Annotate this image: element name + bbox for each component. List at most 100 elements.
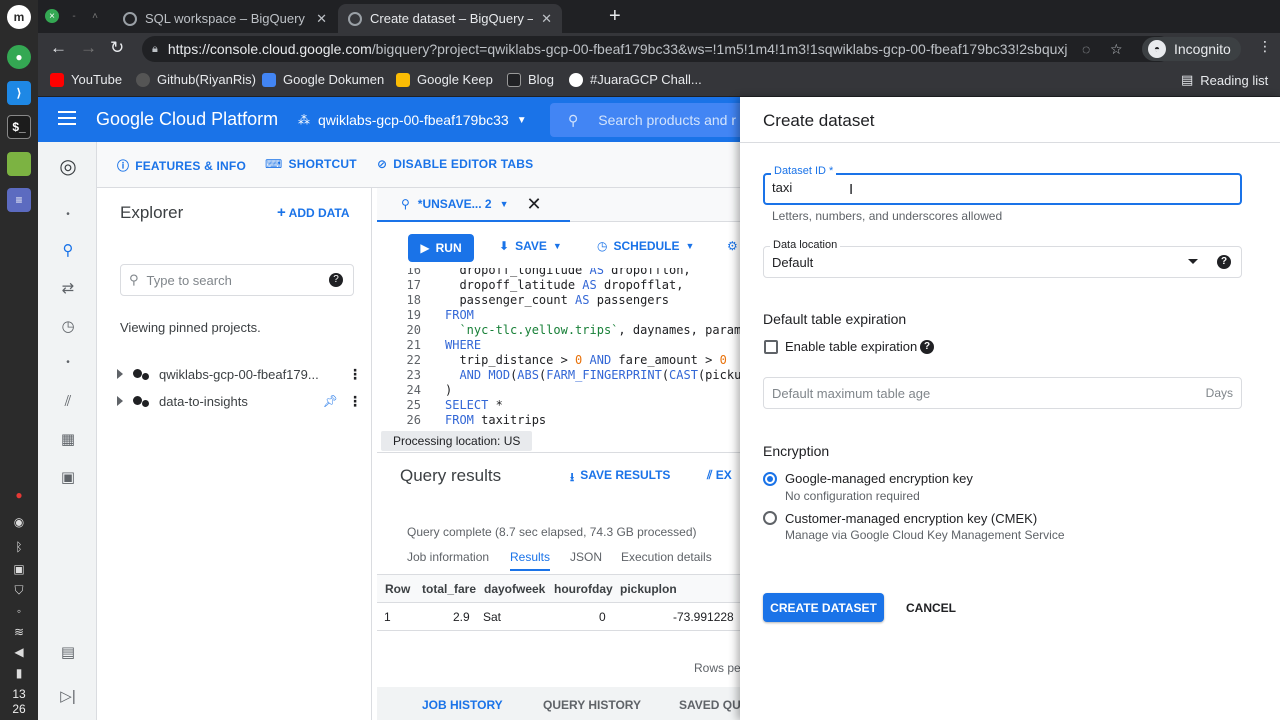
terminal-launcher-icon[interactable]: $_: [7, 115, 31, 139]
scheduled-queries-icon[interactable]: ◷: [58, 317, 78, 337]
settings-gear-icon[interactable]: ⚙: [727, 239, 738, 253]
bookmark-juaragcp[interactable]: #JuaraGCP Chall...: [569, 72, 702, 87]
tab-query-history[interactable]: QUERY HISTORY: [543, 698, 641, 712]
expand-caret-icon[interactable]: [117, 396, 123, 406]
run-button[interactable]: ▶ RUN: [408, 234, 474, 262]
dataset-id-field[interactable]: Dataset ID * I: [763, 165, 1242, 205]
incognito-indicator[interactable]: ◓ Incognito: [1142, 37, 1241, 61]
bookmark-blog[interactable]: Blog: [507, 72, 554, 87]
tracking-eye-icon[interactable]: ◌: [1082, 41, 1090, 57]
cmek-label[interactable]: Customer-managed encryption key (CMEK): [785, 511, 1037, 526]
schedule-label: SCHEDULE: [613, 239, 680, 253]
tab-saved-queries[interactable]: SAVED QUE: [679, 698, 749, 712]
tree-item-data-to-insights[interactable]: data-to-insights 📌︎ ⋮: [117, 391, 362, 411]
clock-minute: 26: [12, 702, 26, 716]
clipboard-icon[interactable]: ▣: [9, 562, 29, 580]
window-close-icon[interactable]: ×: [45, 9, 59, 23]
expand-rail-icon[interactable]: ▷|: [58, 687, 78, 707]
dashboard-icon[interactable]: ▦: [58, 430, 78, 450]
more-vert-icon[interactable]: ⋮: [348, 393, 362, 410]
address-bar[interactable]: 🔒︎ https://console.cloud.google.com/bigq…: [142, 36, 1172, 62]
play-icon: ▶: [420, 241, 430, 255]
bigquery-logo-icon[interactable]: ◎: [58, 154, 78, 178]
back-icon[interactable]: ←: [50, 38, 67, 58]
tab-json[interactable]: JSON: [570, 550, 602, 564]
analytics-icon[interactable]: ⫽: [58, 393, 78, 413]
gcp-search-input[interactable]: ⚲ Search products and r: [550, 103, 750, 137]
enable-expiration-label[interactable]: Enable table expiration: [785, 339, 917, 354]
vscode-launcher-icon[interactable]: ⟩: [7, 81, 31, 105]
reservations-icon[interactable]: ▣: [58, 468, 78, 488]
clock[interactable]: 13 26: [0, 687, 38, 717]
cancel-button[interactable]: CANCEL: [906, 601, 956, 615]
query-icon: ⚲: [401, 197, 410, 211]
forward-icon[interactable]: →: [80, 38, 97, 58]
reading-list[interactable]: ▤ Reading list: [1181, 72, 1268, 88]
reload-icon[interactable]: ↻: [110, 38, 124, 58]
tab-close-icon[interactable]: ✕: [316, 11, 327, 27]
new-tab-icon[interactable]: +: [609, 5, 621, 28]
sql-editor[interactable]: 16 dropoff_longitude AS dropofflon, 17 d…: [377, 268, 740, 430]
bookmark-youtube[interactable]: YouTube: [50, 72, 122, 87]
bluetooth-icon[interactable]: ᛒ: [9, 540, 29, 558]
create-dataset-button[interactable]: CREATE DATASET: [763, 593, 884, 622]
bookmark-star-icon[interactable]: ☆: [1110, 41, 1123, 58]
mint-menu-icon[interactable]: m: [7, 5, 31, 29]
schedule-button[interactable]: ◷ SCHEDULE ▼: [597, 239, 694, 253]
tree-item-project[interactable]: qwiklabs-gcp-00-fbeaf179... ⋮: [117, 364, 362, 384]
google-managed-key-radio[interactable]: [763, 472, 777, 486]
chrome-launcher-icon[interactable]: ●: [7, 45, 31, 69]
tab-close-icon[interactable]: ✕: [541, 11, 552, 27]
browser-tab-create-dataset[interactable]: Create dataset – BigQuery – c ✕: [338, 4, 562, 33]
text-editor-launcher-icon[interactable]: ≡: [7, 188, 31, 212]
battery-icon[interactable]: ▮: [9, 666, 29, 684]
enable-expiration-checkbox[interactable]: [764, 340, 778, 354]
menu-icon[interactable]: [58, 111, 76, 125]
recorder-icon[interactable]: ●: [9, 488, 29, 506]
expand-caret-icon[interactable]: [117, 369, 123, 379]
bookmark-google-keep[interactable]: Google Keep: [396, 72, 493, 87]
add-data-button[interactable]: + ADD DATA: [277, 204, 350, 221]
editor-tab-unsaved[interactable]: ⚲ *UNSAVE... 2 ▼ ✕: [377, 188, 570, 222]
tab-execution-details[interactable]: Execution details: [621, 550, 712, 564]
bookmark-github[interactable]: Github(RiyanRis): [136, 72, 256, 87]
save-button[interactable]: ⬇ SAVE ▼: [499, 239, 562, 253]
tab-results[interactable]: Results: [510, 550, 551, 571]
features-info-button[interactable]: ⓘ FEATURES & INFO: [117, 157, 246, 174]
dataset-id-input[interactable]: [772, 180, 1212, 195]
help-icon[interactable]: ?: [920, 340, 934, 354]
help-icon[interactable]: ?: [1217, 255, 1231, 269]
files-launcher-icon[interactable]: [7, 152, 31, 176]
table-row[interactable]: 1 2.9 Sat 0 -73.991228: [377, 603, 740, 631]
bookmark-google-docs[interactable]: Google Dokumen: [262, 72, 384, 87]
more-vert-icon[interactable]: ⋮: [348, 366, 362, 383]
chrome-running-icon[interactable]: ◉: [9, 515, 29, 533]
save-icon: ⬇: [499, 239, 510, 253]
window-minimize-icon[interactable]: -: [67, 9, 81, 23]
cmek-radio[interactable]: [763, 511, 777, 525]
wifi-icon[interactable]: ≋: [9, 625, 29, 643]
tab-job-history[interactable]: JOB HISTORY: [422, 698, 503, 712]
volume-icon[interactable]: ◀: [9, 645, 29, 663]
browser-tab-sql-workspace[interactable]: SQL workspace – BigQuery – c ✕: [113, 4, 337, 33]
shortcut-button[interactable]: ⌨ SHORTCUT: [265, 157, 357, 171]
google-managed-key-label[interactable]: Google-managed encryption key: [785, 471, 973, 486]
browser-menu-icon[interactable]: ⋮: [1258, 38, 1272, 55]
gcp-logo[interactable]: Google Cloud Platform: [96, 109, 278, 130]
save-results-button[interactable]: ⭳ SAVE RESULTS: [570, 468, 670, 489]
shield-icon[interactable]: ⛉: [9, 583, 29, 601]
chevron-down-icon[interactable]: ▼: [500, 199, 509, 209]
disable-editor-tabs-button[interactable]: ⊘ DISABLE EDITOR TABS: [377, 157, 533, 171]
explorer-search-input[interactable]: ⚲ Type to search ?: [120, 264, 354, 296]
close-icon[interactable]: ✕: [527, 194, 542, 215]
data-location-select[interactable]: Data location Default ?: [763, 239, 1242, 278]
explore-data-button[interactable]: ⫽ EX: [707, 468, 732, 483]
tab-job-information[interactable]: Job information: [407, 550, 489, 564]
data-transfer-icon[interactable]: ⇄: [58, 279, 78, 299]
window-maximize-icon[interactable]: ˄: [88, 9, 102, 23]
project-selector[interactable]: ⁂ qwiklabs-gcp-00-fbeaf179bc33 ▼: [298, 112, 527, 128]
release-notes-icon[interactable]: ▤: [58, 643, 78, 663]
sql-workspace-icon[interactable]: ⚲: [58, 241, 78, 261]
help-icon[interactable]: ?: [329, 273, 343, 287]
pin-icon[interactable]: 📌︎: [323, 394, 338, 408]
